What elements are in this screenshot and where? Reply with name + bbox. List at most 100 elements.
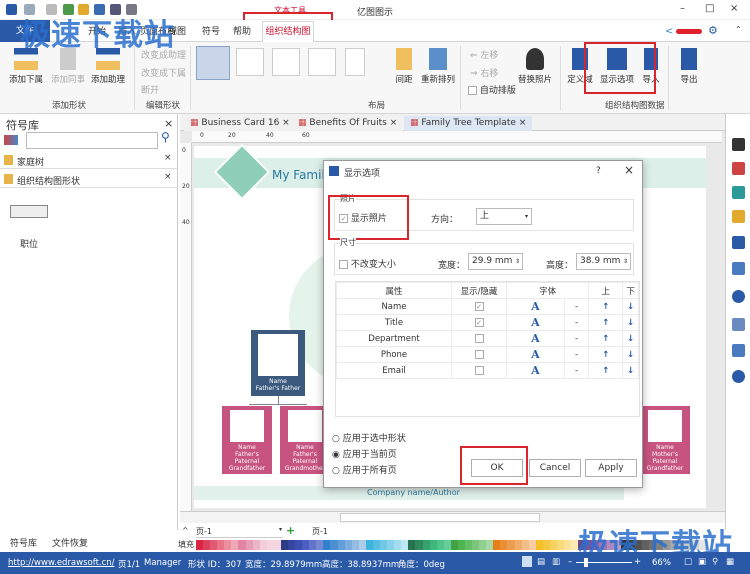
grid-icon[interactable]: ▦ bbox=[726, 557, 734, 567]
position-shape-thumbnail[interactable] bbox=[10, 205, 48, 218]
fit-width-icon[interactable]: ▣ bbox=[698, 557, 706, 567]
tab-help[interactable]: 帮助 bbox=[233, 24, 251, 37]
search-icon[interactable]: ⚲ bbox=[161, 130, 170, 144]
color-swatch[interactable] bbox=[479, 540, 487, 550]
move-down-icon[interactable]: ↓ bbox=[622, 298, 639, 315]
color-swatch[interactable] bbox=[337, 540, 345, 550]
share-icon[interactable]: < bbox=[665, 26, 673, 37]
page-select[interactable]: 页-1 ▾ bbox=[196, 526, 282, 538]
color-swatch[interactable] bbox=[372, 540, 381, 550]
layout-style-5[interactable] bbox=[345, 48, 365, 76]
website-link[interactable]: http://www.edrawsoft.cn/ bbox=[8, 558, 115, 568]
font-dropdown[interactable]: - bbox=[563, 330, 590, 347]
color-swatch[interactable] bbox=[196, 540, 204, 550]
zoom-in-button[interactable]: + bbox=[634, 557, 641, 567]
apply-selected-radio[interactable]: ○ 应用于选中形状 bbox=[332, 431, 406, 444]
apply-current-page-radio[interactable]: ◉ 应用于当前页 bbox=[332, 447, 397, 460]
note-icon[interactable] bbox=[732, 318, 745, 331]
color-swatch[interactable] bbox=[564, 540, 572, 550]
library-item-org-shapes[interactable]: 组织结构图形状 × bbox=[0, 171, 178, 188]
font-dropdown[interactable]: - bbox=[563, 346, 590, 363]
minimize-button[interactable]: – bbox=[680, 3, 685, 14]
settings-icon[interactable]: ⚙ bbox=[708, 24, 718, 37]
page-tab[interactable]: 页-1 bbox=[312, 526, 328, 537]
collapse-ribbon-icon[interactable]: ⌃ bbox=[735, 25, 742, 34]
color-swatch[interactable] bbox=[450, 540, 458, 550]
color-swatch[interactable] bbox=[535, 540, 543, 550]
show-checkbox[interactable]: ✓ bbox=[474, 301, 484, 311]
color-swatch[interactable] bbox=[457, 540, 465, 550]
close-icon[interactable]: × bbox=[164, 172, 172, 182]
color-swatch[interactable] bbox=[387, 540, 395, 550]
doc-tab-active[interactable]: ▦ Family Tree Template × bbox=[404, 116, 533, 131]
layout-style-4[interactable] bbox=[308, 48, 336, 76]
outline-view-icon[interactable]: ▤ bbox=[537, 557, 545, 567]
page-nav-up-icon[interactable]: ^ bbox=[182, 526, 189, 535]
add-page-icon[interactable]: + bbox=[286, 524, 295, 537]
color-swatch[interactable] bbox=[401, 540, 409, 550]
move-up-icon[interactable]: ↑ bbox=[588, 362, 624, 379]
tab-symbol-library[interactable]: 符号库 bbox=[10, 536, 37, 549]
style-icon[interactable] bbox=[732, 186, 745, 199]
move-right-button[interactable]: ⇒ 右移 bbox=[470, 66, 498, 79]
color-swatch[interactable] bbox=[443, 540, 451, 550]
color-swatch[interactable] bbox=[245, 540, 253, 550]
color-swatch[interactable] bbox=[464, 540, 473, 550]
maximize-button[interactable]: □ bbox=[705, 3, 714, 14]
color-swatch[interactable] bbox=[210, 540, 218, 550]
show-checkbox[interactable] bbox=[474, 349, 484, 359]
layout-style-1[interactable] bbox=[196, 46, 230, 80]
color-swatch[interactable] bbox=[422, 540, 430, 550]
move-up-icon[interactable]: ↑ bbox=[588, 346, 624, 363]
move-down-icon[interactable]: ↓ bbox=[622, 346, 639, 363]
comment-icon[interactable] bbox=[732, 344, 745, 357]
zoom-out-button[interactable]: – bbox=[568, 557, 572, 567]
move-down-icon[interactable]: ↓ bbox=[622, 314, 639, 331]
apply-button[interactable]: Apply bbox=[585, 459, 637, 477]
font-icon[interactable]: A bbox=[506, 314, 565, 331]
org-card-father[interactable]: Name Father's Father bbox=[251, 330, 305, 396]
move-down-icon[interactable]: ↓ bbox=[622, 362, 639, 379]
font-dropdown[interactable]: - bbox=[563, 298, 590, 315]
color-swatch[interactable] bbox=[493, 540, 501, 550]
color-swatch[interactable] bbox=[309, 540, 317, 550]
change-to-subordinate-button[interactable]: 改变成下属 bbox=[141, 66, 186, 79]
font-icon[interactable]: A bbox=[506, 298, 565, 315]
color-swatch[interactable] bbox=[486, 540, 494, 550]
color-swatch[interactable] bbox=[252, 540, 260, 550]
show-checkbox[interactable] bbox=[474, 333, 484, 343]
close-icon[interactable]: × bbox=[164, 153, 172, 163]
normal-view-icon[interactable] bbox=[522, 556, 532, 567]
color-swatch[interactable] bbox=[500, 540, 508, 550]
library-menu-icon[interactable] bbox=[4, 135, 18, 145]
keep-size-checkbox[interactable]: 不改变大小 bbox=[339, 257, 396, 270]
library-item-family-tree[interactable]: 家庭树 × bbox=[0, 152, 178, 169]
fullscreen-view-icon[interactable]: ▥ bbox=[552, 557, 560, 567]
font-dropdown[interactable]: - bbox=[563, 362, 590, 379]
library-search-input[interactable] bbox=[26, 132, 158, 149]
color-swatch[interactable] bbox=[408, 540, 416, 550]
color-swatch[interactable] bbox=[224, 540, 232, 550]
rearrange-button[interactable]: 重新排列 bbox=[420, 48, 456, 85]
direction-select[interactable]: 上 ▾ bbox=[476, 208, 532, 225]
color-swatch[interactable] bbox=[521, 540, 529, 550]
font-dropdown[interactable]: - bbox=[563, 314, 590, 331]
color-swatch[interactable] bbox=[280, 540, 289, 550]
doc-tab[interactable]: ▦ Benefits Of Fruits × bbox=[292, 116, 404, 131]
layer-icon[interactable] bbox=[732, 210, 745, 223]
tab-symbol[interactable]: 符号 bbox=[202, 24, 220, 37]
font-icon[interactable]: A bbox=[506, 346, 565, 363]
color-swatch[interactable] bbox=[415, 540, 423, 550]
layout-style-2[interactable] bbox=[236, 48, 264, 76]
color-swatch[interactable] bbox=[295, 540, 303, 550]
color-swatch[interactable] bbox=[528, 540, 536, 550]
cancel-button[interactable]: Cancel bbox=[529, 459, 581, 477]
scrollbar-thumb[interactable] bbox=[340, 513, 540, 522]
color-swatch[interactable] bbox=[358, 540, 366, 550]
layout-style-3[interactable] bbox=[272, 48, 300, 76]
height-input[interactable]: 38.9 mm ⇕ bbox=[576, 253, 631, 270]
fill-icon[interactable] bbox=[732, 162, 745, 175]
tab-org-chart[interactable]: 组织结构图 bbox=[262, 21, 314, 42]
color-swatch[interactable] bbox=[514, 540, 522, 550]
move-up-icon[interactable]: ↑ bbox=[588, 314, 624, 331]
